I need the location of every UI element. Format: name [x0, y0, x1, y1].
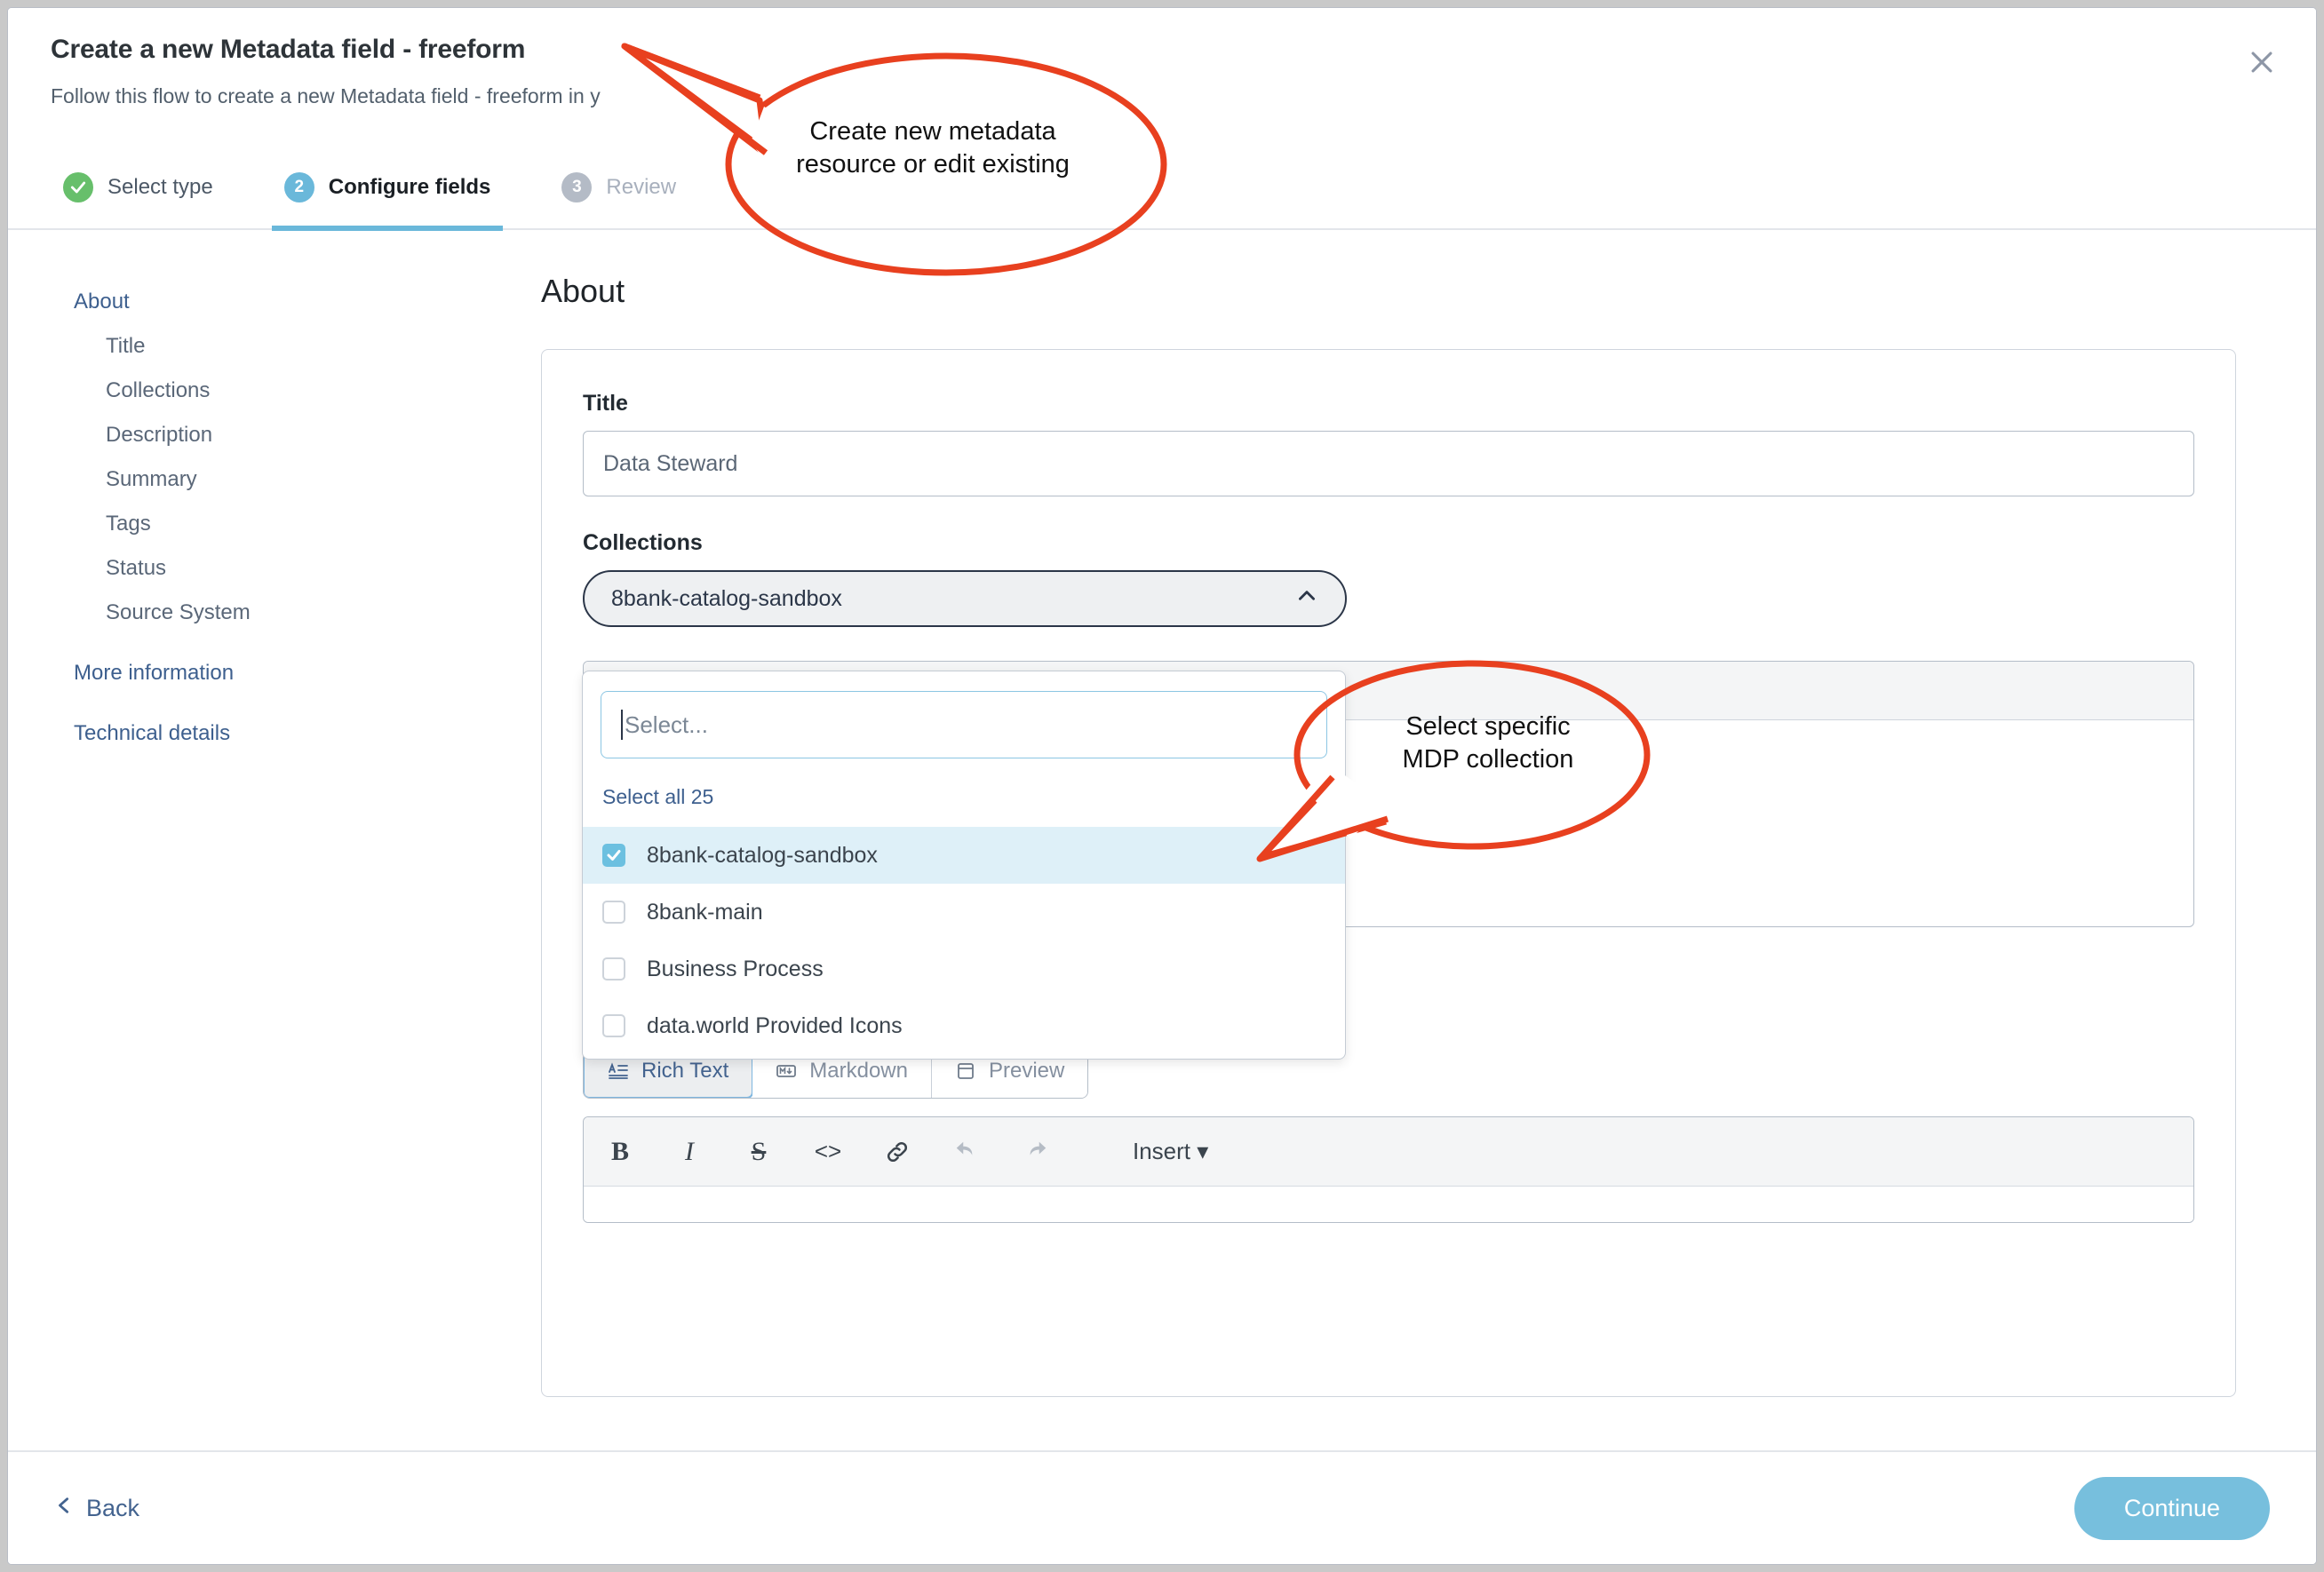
- checkbox-icon[interactable]: [602, 1014, 625, 1037]
- list-item[interactable]: data.world Provided Icons: [583, 997, 1345, 1054]
- list-item[interactable]: 8bank-main: [583, 884, 1345, 941]
- checkbox-checked-icon[interactable]: [602, 844, 625, 867]
- list-item-label: data.world Provided Icons: [647, 1012, 903, 1038]
- page-title: Create a new Metadata field - freeform: [51, 35, 526, 64]
- create-metadata-field-modal: Create a new Metadata field - freeform F…: [7, 7, 2317, 1565]
- collections-option-list: 8bank-catalog-sandbox 8bank-main Busines…: [583, 827, 1345, 1059]
- text-cursor: [621, 710, 623, 740]
- collections-selected-value: 8bank-catalog-sandbox: [611, 585, 842, 611]
- close-icon[interactable]: [2241, 42, 2282, 83]
- collections-dropdown: Select... Select all 25 8bank-catalog-sa…: [582, 671, 1346, 1060]
- page-subtitle: Follow this flow to create a new Metadat…: [51, 84, 601, 107]
- insert-menu[interactable]: Insert ▾: [1133, 1138, 1208, 1165]
- select-all-link[interactable]: Select all 25: [583, 758, 1345, 827]
- back-label: Back: [86, 1494, 140, 1521]
- form-content: About Title Data Steward Collections 8ba…: [541, 230, 2316, 1452]
- tab-label: Rich Text: [641, 1059, 729, 1083]
- sidebar-item-technical-details[interactable]: Technical details: [74, 711, 541, 756]
- step-select-type[interactable]: Select type: [51, 146, 226, 229]
- step-configure-fields[interactable]: 2 Configure fields: [271, 146, 504, 231]
- list-item[interactable]: 8bank-catalog-sandbox: [583, 827, 1345, 884]
- checkbox-icon[interactable]: [602, 901, 625, 924]
- sidebar-item-title[interactable]: Title: [74, 324, 541, 369]
- sidebar-item-tags[interactable]: Tags: [74, 502, 541, 546]
- strikethrough-button[interactable]: S: [742, 1135, 776, 1169]
- rich-text-icon: [608, 1060, 629, 1082]
- collections-select[interactable]: 8bank-catalog-sandbox: [583, 570, 1347, 627]
- sidebar-item-more-information[interactable]: More information: [74, 651, 541, 695]
- insert-label: Insert: [1133, 1138, 1191, 1164]
- continue-button[interactable]: Continue: [2073, 1476, 2270, 1540]
- chevron-left-icon: [54, 1494, 74, 1523]
- step-label: Select type: [107, 175, 213, 199]
- collections-label: Collections: [583, 530, 703, 555]
- chevron-up-icon: [1295, 584, 1318, 613]
- code-button[interactable]: <>: [811, 1135, 845, 1169]
- chevron-down-icon: ▾: [1197, 1138, 1209, 1164]
- markdown-icon: [776, 1060, 797, 1082]
- step-label: Configure fields: [328, 175, 491, 199]
- sidebar-item-status[interactable]: Status: [74, 546, 541, 591]
- wizard-steps: Select type 2 Configure fields 3 Review: [8, 146, 2316, 231]
- rich-text-body[interactable]: [584, 1187, 2193, 1222]
- step-number-badge: 3: [561, 172, 593, 202]
- undo-icon[interactable]: [950, 1135, 983, 1169]
- rich-text-toolbar: B I S <> Insert ▾: [584, 1117, 2193, 1187]
- list-item-label: Business Process: [647, 956, 824, 981]
- link-icon[interactable]: [880, 1135, 914, 1169]
- title-label: Title: [583, 391, 628, 416]
- collections-field-block: Collections 8bank-catalog-sandbox: [583, 530, 2194, 627]
- list-item[interactable]: Databricks: [583, 1054, 1345, 1059]
- step-review[interactable]: 3 Review: [549, 146, 688, 229]
- collections-search-placeholder: Select...: [625, 711, 708, 738]
- redo-icon[interactable]: [1019, 1135, 1053, 1169]
- italic-button[interactable]: I: [673, 1135, 706, 1169]
- step-label: Review: [606, 175, 677, 199]
- step-number-badge: 2: [283, 172, 314, 202]
- tab-label: Markdown: [809, 1059, 908, 1083]
- title-field-block: Title Data Steward: [583, 391, 2194, 496]
- collections-search-input[interactable]: Select...: [601, 691, 1327, 758]
- sidebar-item-about[interactable]: About: [74, 280, 541, 324]
- checkbox-icon[interactable]: [602, 957, 625, 981]
- rich-text-editor: B I S <> Insert ▾: [583, 1116, 2194, 1223]
- preview-icon: [955, 1060, 976, 1082]
- bold-button[interactable]: B: [603, 1135, 637, 1169]
- tab-label: Preview: [988, 1059, 1065, 1083]
- list-item-label: 8bank-main: [647, 899, 763, 925]
- list-item-label: 8bank-catalog-sandbox: [647, 842, 878, 868]
- section-heading: About: [541, 273, 625, 309]
- list-item[interactable]: Business Process: [583, 941, 1345, 997]
- sidebar-item-summary[interactable]: Summary: [74, 457, 541, 502]
- back-button[interactable]: Back: [54, 1494, 139, 1523]
- step-done-icon: [63, 172, 93, 202]
- section-nav-sidebar: About Title Collections Description Summ…: [8, 230, 541, 1452]
- sidebar-item-collections[interactable]: Collections: [74, 369, 541, 413]
- title-input[interactable]: Data Steward: [583, 431, 2194, 496]
- modal-body: About Title Collections Description Summ…: [8, 230, 2316, 1452]
- modal-header: Create a new Metadata field - freeform F…: [8, 8, 2316, 147]
- screen-root: Create a new Metadata field - freeform F…: [0, 0, 2324, 1572]
- sidebar-item-source-system[interactable]: Source System: [74, 591, 541, 635]
- sidebar-item-description[interactable]: Description: [74, 413, 541, 457]
- modal-footer: Back Continue: [8, 1450, 2316, 1564]
